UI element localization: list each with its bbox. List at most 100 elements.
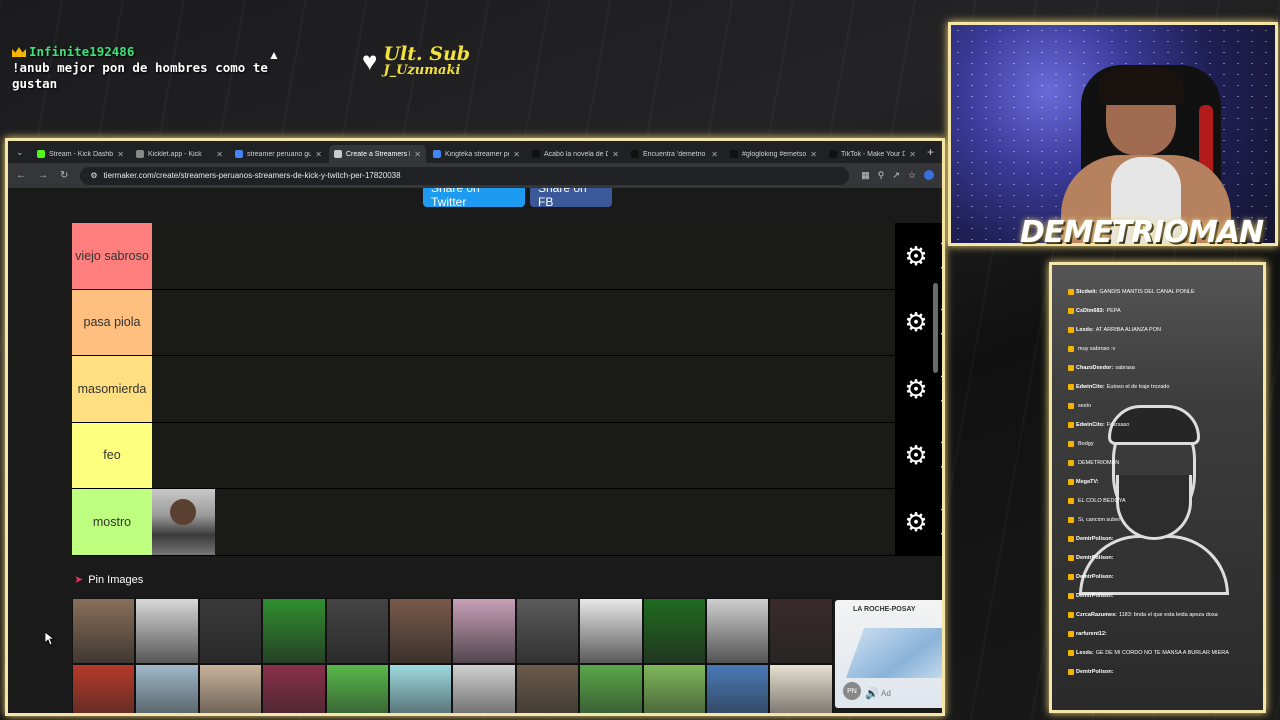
tier-drop-zone[interactable] bbox=[152, 289, 895, 355]
gear-icon[interactable]: ⚙ bbox=[904, 243, 927, 269]
pool-image[interactable] bbox=[515, 598, 580, 664]
tab-close-icon[interactable]: ✕ bbox=[711, 150, 718, 159]
page-scrollbar[interactable] bbox=[933, 283, 938, 373]
profile-icon[interactable] bbox=[924, 170, 934, 180]
forward-icon[interactable]: → bbox=[38, 170, 48, 181]
tier-item-thumbnail[interactable] bbox=[152, 489, 215, 555]
tab-search-icon[interactable]: ⌄ bbox=[16, 147, 30, 158]
tab-close-icon[interactable]: ✕ bbox=[909, 150, 916, 159]
badge-icon bbox=[1068, 555, 1074, 561]
tier-label[interactable]: mostro bbox=[72, 489, 152, 555]
tab-2[interactable]: streamer peruano gu ✕ bbox=[230, 145, 327, 163]
tier-list: viejo sabroso⚙⌃⌄pasa piola⚙⌃⌄masomierda⚙… bbox=[72, 223, 942, 556]
tab-8[interactable]: TikTok - Make Your D ✕ bbox=[824, 145, 921, 163]
overlay-chat-user: Infinite192486 bbox=[12, 44, 312, 60]
pool-image[interactable] bbox=[579, 598, 643, 664]
pool-image[interactable] bbox=[135, 664, 199, 713]
move-up-icon[interactable]: ⌃ bbox=[939, 369, 942, 389]
tab-close-icon[interactable]: ✕ bbox=[810, 150, 817, 159]
pool-image[interactable] bbox=[198, 598, 263, 664]
gear-icon[interactable]: ⚙ bbox=[904, 309, 927, 335]
tab-0[interactable]: Stream - Kick Dashb ✕ bbox=[32, 145, 129, 163]
chat-user: EdwinCito: bbox=[1076, 422, 1105, 428]
pool-image[interactable] bbox=[325, 664, 389, 713]
tab-5[interactable]: Acabó la novela de D ✕ bbox=[527, 145, 624, 163]
speaker-icon[interactable]: 🔊 bbox=[865, 687, 879, 700]
gear-icon[interactable]: ⚙ bbox=[904, 442, 927, 468]
tab-close-icon[interactable]: ✕ bbox=[612, 150, 619, 159]
move-down-icon[interactable]: ⌄ bbox=[939, 256, 942, 276]
move-up-icon[interactable]: ⌃ bbox=[939, 435, 942, 455]
pool-image[interactable] bbox=[452, 598, 516, 664]
back-icon[interactable]: ← bbox=[16, 170, 26, 181]
tab-4[interactable]: Kingteka streamer pe ✕ bbox=[428, 145, 525, 163]
pool-image[interactable] bbox=[769, 598, 833, 664]
pool-image[interactable] bbox=[705, 598, 770, 664]
share-icon[interactable]: ↗ bbox=[892, 170, 900, 181]
tier-label[interactable]: feo bbox=[72, 422, 152, 488]
bookmark-icon[interactable]: ☆ bbox=[908, 170, 916, 181]
share-twitter-button[interactable]: Share on Twitter bbox=[423, 188, 525, 209]
tab-close-icon[interactable]: ✕ bbox=[216, 150, 223, 159]
chat-user: Lexds: bbox=[1076, 327, 1094, 333]
move-down-icon[interactable]: ⌄ bbox=[939, 455, 942, 475]
tab-close-icon[interactable]: ✕ bbox=[117, 150, 124, 159]
pool-image[interactable] bbox=[642, 664, 706, 713]
pool-image[interactable] bbox=[705, 664, 770, 713]
last-sub-title: Ult. Sub bbox=[383, 43, 471, 65]
move-down-icon[interactable]: ⌄ bbox=[939, 522, 942, 542]
tab-6[interactable]: Encuentra 'demetrio ✕ bbox=[626, 145, 723, 163]
chat-text: Eutoso el de traje trozado bbox=[1106, 384, 1170, 390]
tab-close-icon[interactable]: ✕ bbox=[414, 150, 421, 159]
pool-image[interactable] bbox=[135, 598, 199, 664]
new-tab-button[interactable]: + bbox=[927, 145, 934, 159]
url-text: tiermaker.com/create/streamers-peruanos-… bbox=[103, 171, 401, 180]
pool-image[interactable] bbox=[262, 664, 326, 713]
share-fb-button[interactable]: Share on FB bbox=[530, 188, 612, 209]
pool-image[interactable] bbox=[579, 664, 643, 713]
tier-label[interactable]: viejo sabroso bbox=[72, 223, 152, 289]
pool-image[interactable] bbox=[262, 598, 326, 664]
tier-label[interactable]: masomierda bbox=[72, 356, 152, 422]
move-up-icon[interactable]: ⌃ bbox=[939, 302, 942, 322]
tab-1[interactable]: Kicklet.app - Kick ✕ bbox=[131, 145, 228, 163]
tab-close-icon[interactable]: ✕ bbox=[315, 150, 322, 159]
tier-drop-zone[interactable] bbox=[152, 356, 895, 422]
pool-image[interactable] bbox=[72, 598, 136, 664]
tab-3[interactable]: Create a Streamers P ✕ bbox=[329, 145, 426, 163]
tier-drop-zone[interactable] bbox=[152, 223, 895, 289]
translate-icon[interactable]: ▦ bbox=[861, 170, 870, 181]
ad-video[interactable]: LA ROCHE-POSAY ✕ PN 🔊 Ad bbox=[835, 600, 942, 708]
pool-image[interactable] bbox=[388, 664, 453, 713]
pool-image[interactable] bbox=[198, 664, 263, 713]
tier-label[interactable]: pasa piola bbox=[72, 289, 152, 355]
reload-icon[interactable]: ↻ bbox=[60, 170, 68, 181]
site-info-icon[interactable]: ⚙ bbox=[90, 171, 97, 180]
move-up-icon[interactable]: ⌃ bbox=[939, 502, 942, 522]
pool-image[interactable] bbox=[769, 664, 833, 713]
pin-images-header: ➤ Pin Images bbox=[74, 573, 143, 587]
pool-image[interactable] bbox=[642, 598, 706, 664]
badge-icon bbox=[1068, 365, 1074, 371]
tier-drop-zone[interactable] bbox=[152, 489, 895, 555]
pool-image[interactable] bbox=[72, 664, 136, 713]
address-bar-row: ← → ↻ ⚙ tiermaker.com/create/streamers-p… bbox=[8, 163, 942, 188]
pool-image[interactable] bbox=[452, 664, 516, 713]
pool-image[interactable] bbox=[388, 598, 453, 664]
tab-title: Acabó la novela de D bbox=[544, 150, 609, 158]
gear-icon[interactable]: ⚙ bbox=[904, 509, 927, 535]
tab-close-icon[interactable]: ✕ bbox=[513, 150, 520, 159]
tab-7[interactable]: #glogloking #emetso ✕ bbox=[725, 145, 822, 163]
move-down-icon[interactable]: ⌄ bbox=[939, 322, 942, 342]
url-field[interactable]: ⚙ tiermaker.com/create/streamers-peruano… bbox=[80, 166, 850, 185]
tab-bar: ⌄ Stream - Kick Dashb ✕ Kicklet.app - Kick… bbox=[8, 141, 942, 163]
pool-image[interactable] bbox=[515, 664, 580, 713]
badge-icon bbox=[1068, 574, 1074, 580]
gear-icon[interactable]: ⚙ bbox=[904, 376, 927, 402]
tier-drop-zone[interactable] bbox=[152, 422, 895, 488]
move-down-icon[interactable]: ⌄ bbox=[939, 389, 942, 409]
move-up-icon[interactable]: ⌃ bbox=[939, 236, 942, 256]
zoom-icon[interactable]: ⚲ bbox=[878, 170, 885, 181]
pool-image[interactable] bbox=[325, 598, 389, 664]
chat-message: DemtrPolison: bbox=[1068, 549, 1258, 568]
